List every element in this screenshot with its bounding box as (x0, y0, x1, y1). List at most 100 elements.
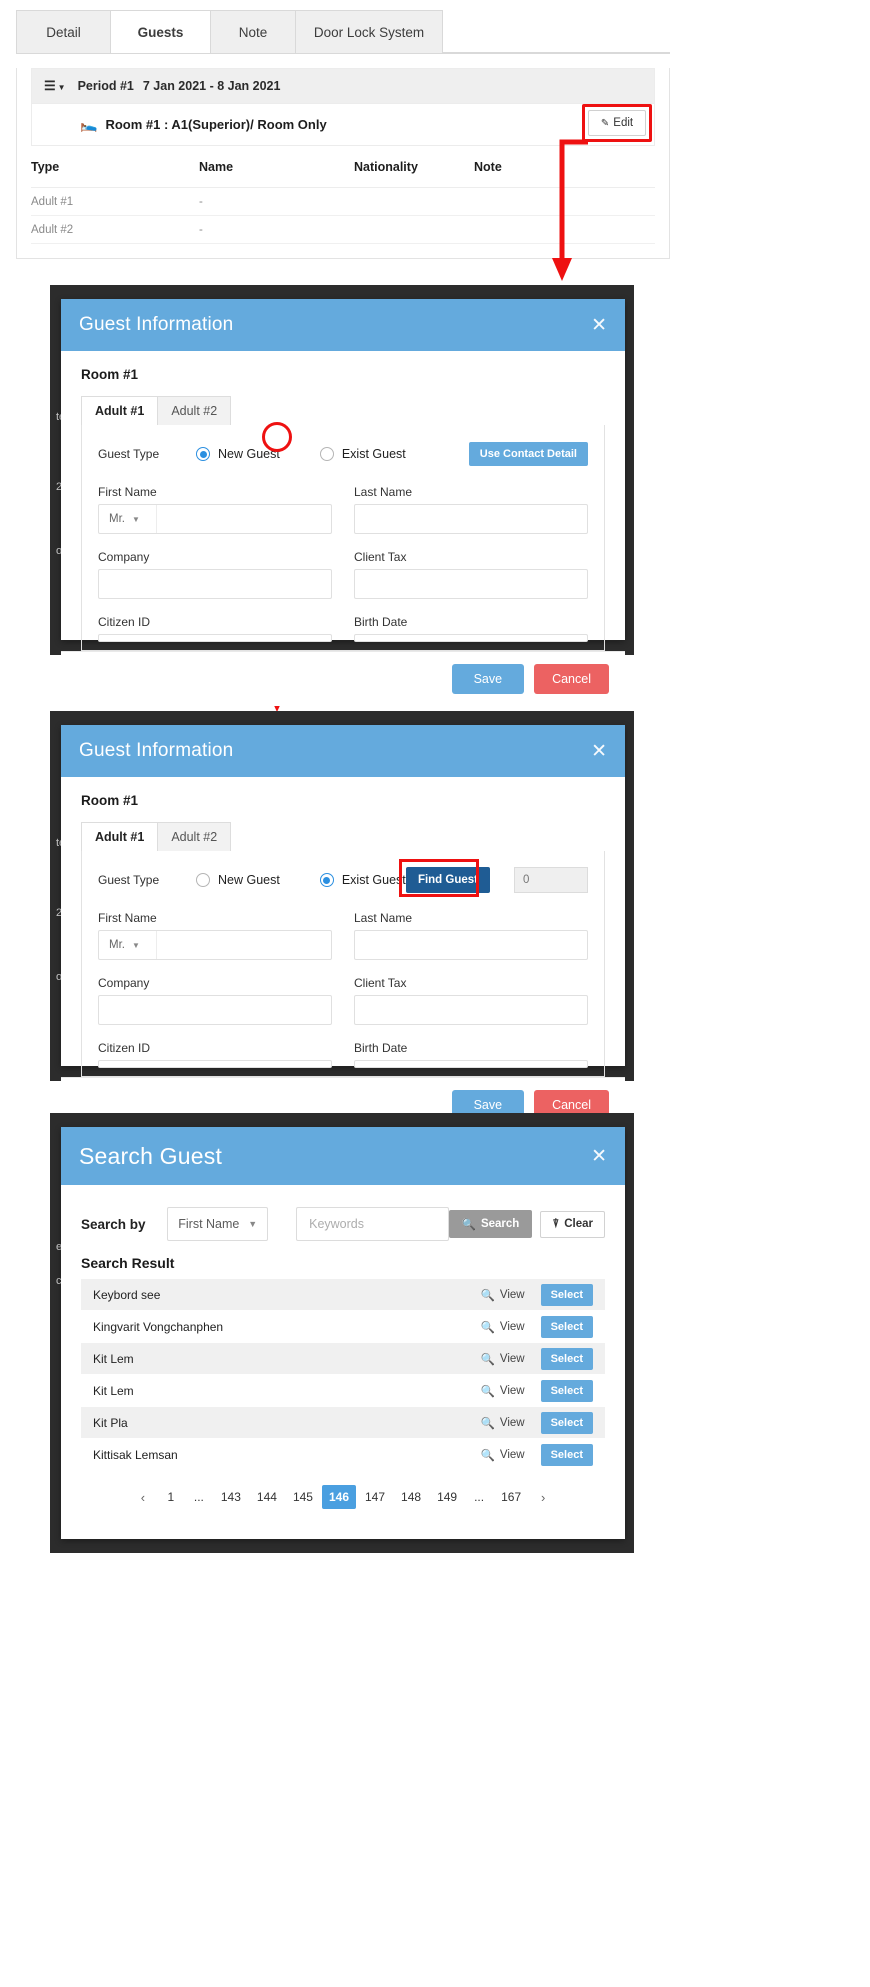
list-icon: ☰ (44, 78, 56, 93)
chevron-down-icon: ▼ (57, 82, 66, 92)
company-label: Company (98, 976, 150, 990)
tab-detail[interactable]: Detail (16, 10, 111, 53)
select-button[interactable]: Select (540, 1283, 593, 1306)
list-item[interactable]: Kit Lem 🔍 View Select (81, 1343, 605, 1375)
birth-date-input[interactable] (354, 634, 588, 642)
tab-guests[interactable]: Guests (110, 10, 211, 53)
radio-exist-guest[interactable] (319, 873, 334, 887)
chevron-right-icon[interactable]: › (530, 1485, 556, 1509)
select-button[interactable]: Select (540, 1411, 593, 1434)
page-145[interactable]: 145 (286, 1485, 320, 1509)
last-name-label: Last Name (354, 911, 413, 925)
view-action[interactable]: 🔍 View (481, 1320, 525, 1334)
first-name-input[interactable]: Mr. ▼ (98, 504, 332, 534)
list-item[interactable]: Kit Pla 🔍 View Select (81, 1407, 605, 1439)
list-item[interactable]: Kit Lem 🔍 View Select (81, 1375, 605, 1407)
list-item[interactable]: Keybord see 🔍 View Select (81, 1279, 605, 1311)
search-field-select[interactable]: First Name ▼ (167, 1207, 269, 1241)
radio-new-guest[interactable] (196, 447, 210, 461)
view-action[interactable]: 🔍 View (481, 1384, 525, 1398)
page-1[interactable]: 1 (158, 1485, 184, 1509)
view-action[interactable]: 🔍 View (481, 1448, 525, 1462)
birth-date-group: Birth Date (354, 1033, 588, 1068)
citizen-id-input[interactable] (98, 634, 332, 642)
page-148[interactable]: 148 (394, 1485, 428, 1509)
client-tax-input[interactable] (354, 569, 588, 599)
first-name-input[interactable]: Mr. ▼ (98, 930, 332, 960)
find-guest-highlight (398, 859, 479, 897)
edit-button[interactable]: ✎ Edit (588, 110, 646, 136)
subtab-adult-2[interactable]: Adult #2 (157, 822, 232, 851)
client-tax-input[interactable] (354, 995, 588, 1025)
citizen-id-group: Citizen ID (98, 607, 332, 642)
select-button[interactable]: Select (540, 1443, 593, 1466)
company-input[interactable] (98, 569, 332, 599)
magnifier-icon: 🔍 (480, 1385, 495, 1398)
use-contact-detail-button[interactable]: Use Contact Detail (468, 442, 588, 466)
guest-count-field[interactable]: 0 (514, 867, 588, 893)
guest-type-row: Guest Type New Guest Exist Guest Use Con… (98, 439, 588, 469)
company-row: Company Client Tax (98, 542, 588, 599)
page-149[interactable]: 149 (430, 1485, 464, 1509)
last-name-input[interactable] (354, 930, 588, 960)
magnifier-icon: 🔍 (461, 1219, 476, 1231)
radio-exist-guest-label: Exist Guest (341, 873, 406, 887)
search-result-title: Search Result (81, 1255, 175, 1271)
company-label: Company (98, 550, 150, 564)
birth-date-label: Birth Date (354, 1041, 408, 1055)
prefix-select[interactable]: Mr. ▼ (99, 505, 157, 533)
page-146-current[interactable]: 146 (321, 1485, 356, 1509)
list-item[interactable]: Kingvarit Vongchanphen 🔍 View Select (81, 1311, 605, 1343)
client-tax-label: Client Tax (354, 976, 407, 990)
guest-name: Keybord see (93, 1287, 161, 1302)
close-icon[interactable]: ✕ (591, 316, 607, 335)
prefix-select[interactable]: Mr. ▼ (99, 931, 157, 959)
view-action[interactable]: 🔍 View (481, 1352, 525, 1366)
dialog3-body: Search by First Name ▼ Keywords 🔍 Search… (61, 1185, 625, 1515)
tab-bar: Detail Guests Note Door Lock System (16, 10, 670, 54)
tab-note-label: Note (238, 24, 268, 40)
select-button[interactable]: Select (540, 1315, 593, 1338)
select-button[interactable]: Select (540, 1347, 593, 1370)
page-147[interactable]: 147 (358, 1485, 392, 1509)
view-action[interactable]: 🔍 View (481, 1416, 525, 1430)
page-167[interactable]: 167 (494, 1485, 528, 1509)
clear-button[interactable]: ⍒ Clear (540, 1210, 605, 1238)
dialog2-room-label: Room #1 (81, 793, 139, 808)
subtab-adult-1[interactable]: Adult #1 (81, 822, 159, 851)
view-action[interactable]: 🔍 View (481, 1288, 525, 1302)
birth-date-label: Birth Date (354, 615, 408, 629)
citizen-id-input[interactable] (98, 1060, 332, 1068)
radio-exist-guest[interactable] (319, 447, 334, 461)
first-name-label: First Name (98, 911, 157, 925)
last-name-input[interactable] (354, 504, 588, 534)
radio-new-guest[interactable] (196, 873, 210, 887)
column-header-type: Type (31, 159, 60, 174)
view-label: View (499, 1352, 525, 1365)
guest-name: Kit Lem (93, 1351, 134, 1366)
tab-door-lock-system[interactable]: Door Lock System (295, 10, 443, 53)
guest-name-cell: - (199, 223, 203, 236)
close-icon[interactable]: ✕ (591, 1147, 607, 1166)
birth-date-input[interactable] (354, 1060, 588, 1068)
search-button[interactable]: 🔍 Search (448, 1210, 533, 1238)
chevron-left-icon[interactable]: ‹ (130, 1485, 156, 1509)
dialog2-body: Room #1 Adult #1 Adult #2 Guest Type New… (61, 777, 625, 1077)
page-144[interactable]: 144 (250, 1485, 284, 1509)
dialog2-title: Guest Information (79, 740, 234, 761)
subtab-adult-1[interactable]: Adult #1 (81, 396, 159, 425)
company-input[interactable] (98, 995, 332, 1025)
period-header[interactable]: ☰ ▼ Period #1 7 Jan 2021 - 8 Jan 2021 (31, 68, 655, 104)
tab-note[interactable]: Note (210, 10, 296, 53)
tab-detail-label: Detail (46, 24, 81, 40)
page-143[interactable]: 143 (214, 1485, 248, 1509)
save-button[interactable]: Save (451, 664, 525, 694)
select-button[interactable]: Select (540, 1379, 593, 1402)
subtab-adult-2[interactable]: Adult #2 (157, 396, 232, 425)
keywords-input[interactable]: Keywords (296, 1207, 449, 1241)
page-ellipsis-left: ... (193, 1490, 204, 1504)
view-label: View (499, 1320, 525, 1333)
cancel-button[interactable]: Cancel (534, 664, 609, 694)
close-icon[interactable]: ✕ (591, 742, 607, 761)
list-item[interactable]: Kittisak Lemsan 🔍 View Select (81, 1439, 605, 1471)
